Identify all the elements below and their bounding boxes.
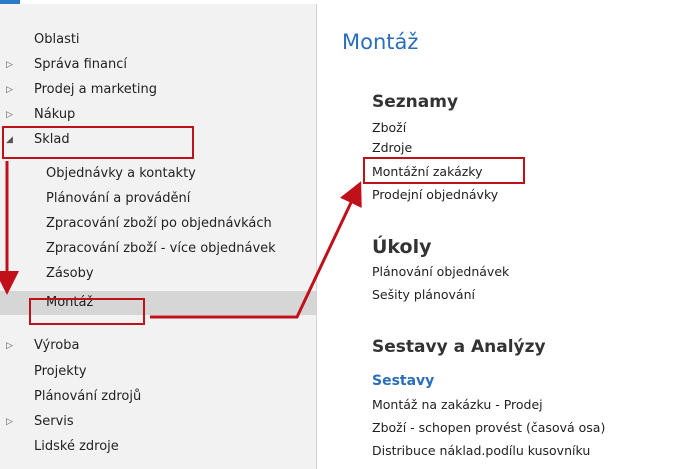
link-planovani-objednavek[interactable]: Plánování objednávek	[372, 264, 509, 280]
expand-arrow-icon[interactable]: ▷	[6, 78, 13, 102]
nav-item-label: Objednávky a kontakty	[46, 166, 196, 181]
nav-item-projekty[interactable]: Projekty	[0, 360, 316, 384]
subsection-heading-sestavy: Sestavy	[372, 373, 435, 389]
expand-arrow-icon[interactable]: ▷	[6, 334, 13, 358]
nav-item-label: Oblasti	[34, 32, 80, 47]
expand-arrow-icon[interactable]: ▷	[6, 53, 13, 77]
nav-subitem-objednavky-a-kontakty[interactable]: Objednávky a kontakty	[0, 162, 316, 186]
nav-item-label: Plánování a provádění	[46, 191, 191, 206]
collapse-arrow-icon[interactable]: ◢	[6, 128, 13, 152]
link-prodejni-objednavky[interactable]: Prodejní objednávky	[372, 187, 498, 203]
nav-item-nakup[interactable]: ▷ Nákup	[0, 103, 316, 127]
nav-item-vyroba[interactable]: ▷ Výroba	[0, 334, 316, 358]
nav-item-label: Sklad	[34, 132, 70, 147]
page-title: Montáž	[342, 30, 419, 54]
expand-arrow-icon[interactable]: ▷	[6, 410, 13, 434]
section-heading-sestavy-a-analyzy: Sestavy a Analýzy	[372, 337, 546, 357]
nav-item-oblasti[interactable]: Oblasti	[0, 28, 316, 52]
link-montaz-na-zakazku-prodej[interactable]: Montáž na zakázku - Prodej	[372, 397, 543, 413]
link-sesity-planovani[interactable]: Sešity plánování	[372, 287, 475, 303]
nav-item-label: Nákup	[34, 107, 76, 122]
nav-item-label: Zpracování zboží po objednávkách	[46, 216, 272, 231]
nav-subitem-planovani-a-provadeni[interactable]: Plánování a provádění	[0, 187, 316, 211]
nav-item-label: Správa financí	[34, 57, 127, 72]
link-zbozi-schopen-provest[interactable]: Zboží - schopen provést (časová osa)	[372, 420, 605, 436]
nav-item-sklad[interactable]: ◢ Sklad	[0, 128, 316, 152]
link-zdroje[interactable]: Zdroje	[372, 140, 412, 156]
nav-item-label: Projekty	[34, 364, 87, 379]
navigation-pane: Oblasti ▷ Správa financí ▷ Prodej a mark…	[0, 4, 317, 469]
section-heading-seznamy: Seznamy	[372, 92, 459, 112]
expand-arrow-icon[interactable]: ▷	[6, 103, 13, 127]
section-heading-ukoly: Úkoly	[372, 236, 432, 258]
nav-item-label: Výroba	[34, 338, 80, 353]
nav-item-sprava-financi[interactable]: ▷ Správa financí	[0, 53, 316, 77]
nav-item-label: Servis	[34, 414, 74, 429]
nav-subitem-zpracovani-po-objednavkach[interactable]: Zpracování zboží po objednávkách	[0, 212, 316, 236]
link-distribuce-nakladu-kusovniku[interactable]: Distribuce náklad.podílu kusovníku	[372, 443, 590, 459]
nav-subitem-zasoby[interactable]: Zásoby	[0, 262, 316, 286]
nav-item-label: Lidské zdroje	[34, 439, 119, 454]
nav-item-label: Montáž	[46, 295, 94, 310]
nav-subitem-montaz[interactable]: Montáž	[0, 291, 316, 315]
nav-item-planovani-zdroju[interactable]: Plánování zdrojů	[0, 385, 316, 409]
nav-item-prodej-a-marketing[interactable]: ▷ Prodej a marketing	[0, 78, 316, 102]
nav-item-label: Prodej a marketing	[34, 82, 157, 97]
nav-subitem-zpracovani-vice-objednavek[interactable]: Zpracování zboží - více objednávek	[0, 237, 316, 261]
nav-item-label: Zpracování zboží - více objednávek	[46, 241, 276, 256]
nav-item-label: Plánování zdrojů	[34, 389, 142, 404]
link-montazni-zakazky[interactable]: Montážní zakázky	[372, 164, 483, 180]
nav-item-label: Zásoby	[46, 266, 94, 281]
content-pane: Montáž Seznamy Zboží Zdroje Montážní zak…	[317, 4, 675, 469]
nav-item-servis[interactable]: ▷ Servis	[0, 410, 316, 434]
link-zbozi[interactable]: Zboží	[372, 120, 406, 136]
nav-item-lidske-zdroje[interactable]: Lidské zdroje	[0, 435, 316, 459]
